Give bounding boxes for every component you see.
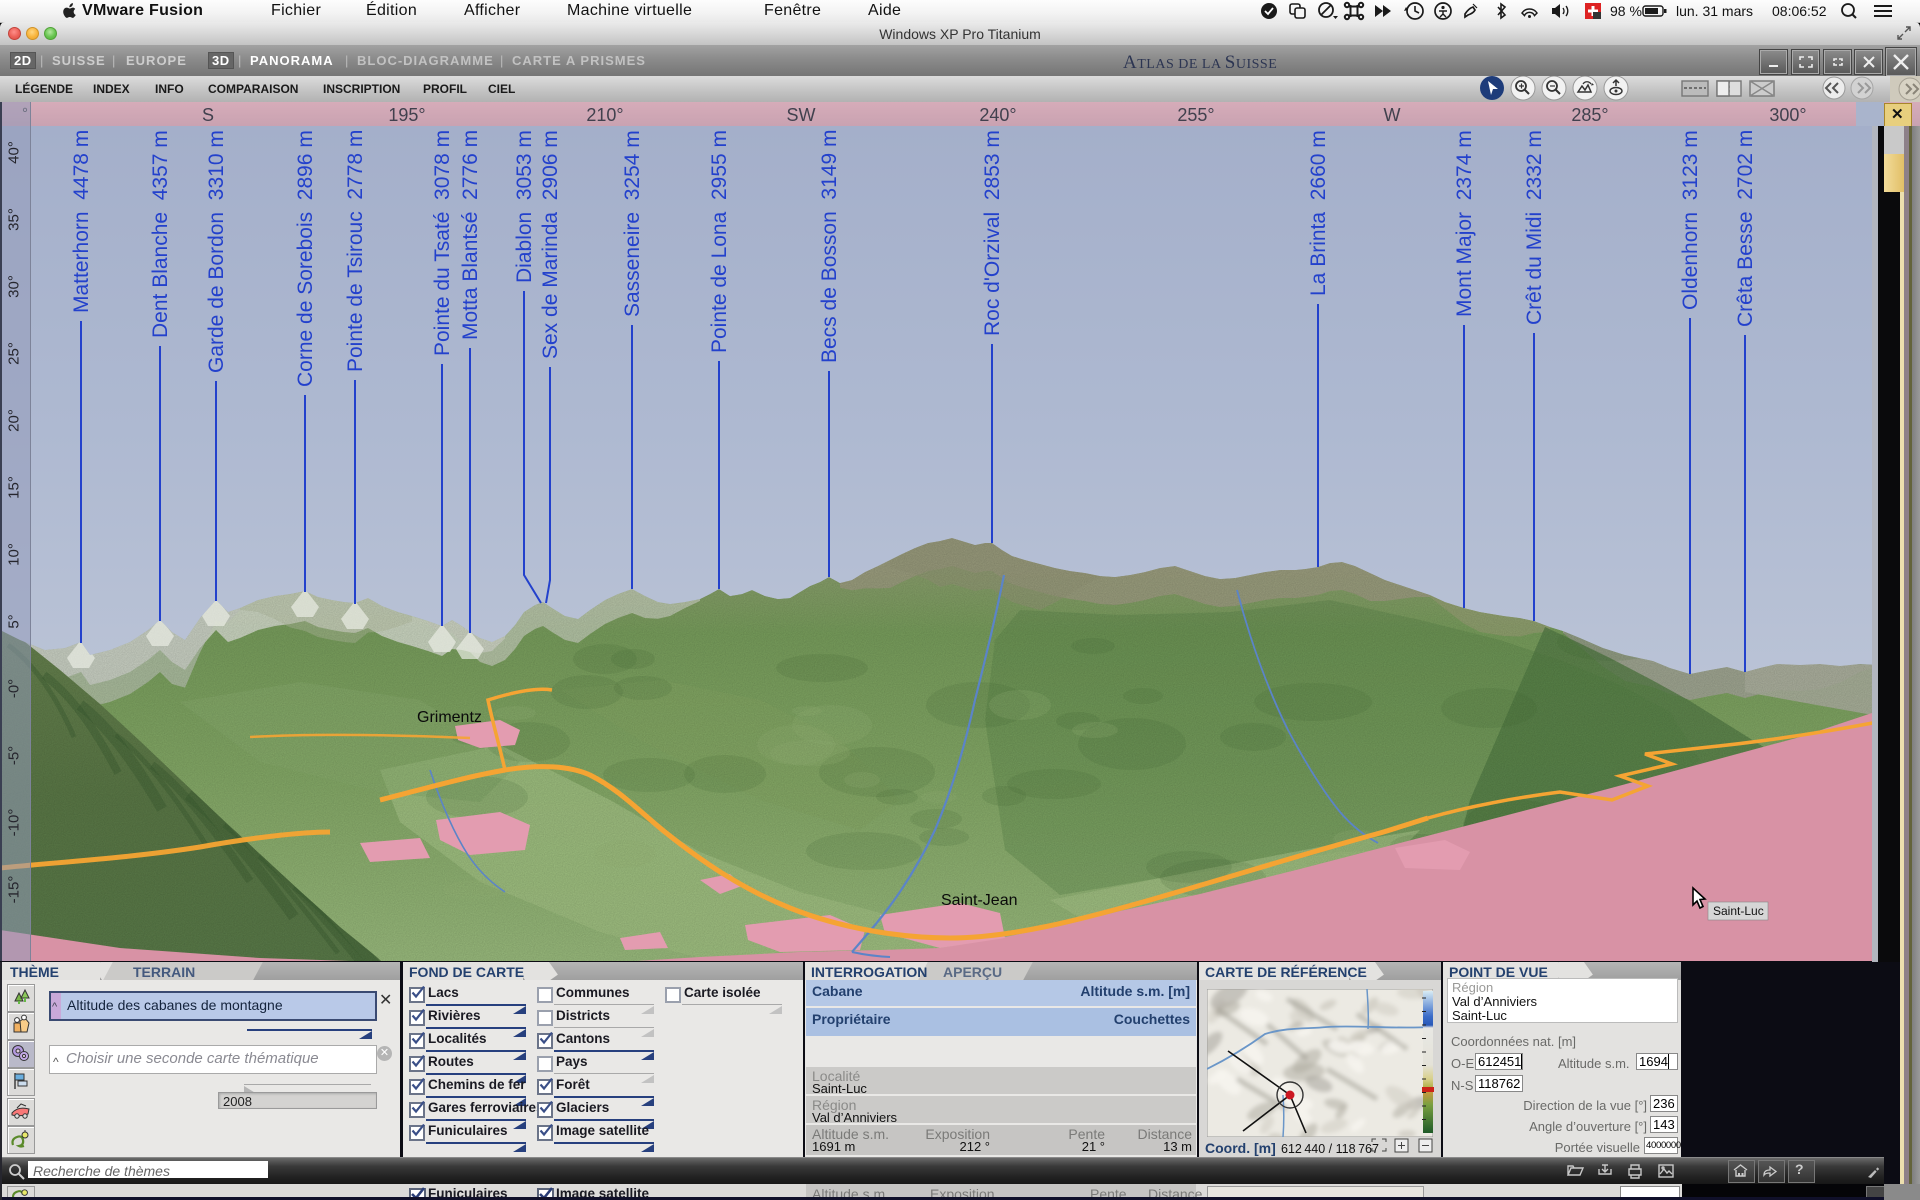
svg-text:Crêta Besse 2702 m: Crêta Besse 2702 m <box>1734 130 1757 327</box>
svg-text:Motta Blantsé 2776 m: Motta Blantsé 2776 m <box>459 130 482 340</box>
svg-text:Corne de Sorebois 2896 m: Corne de Sorebois 2896 m <box>294 130 317 387</box>
svg-text:Sex de Marinda 2906 m: Sex de Marinda 2906 m <box>539 130 562 359</box>
svg-text:Grimentz: Grimentz <box>417 709 482 726</box>
svg-text:Diablon 3053 m: Diablon 3053 m <box>513 130 536 283</box>
svg-text:Becs de Bosson 3149 m: Becs de Bosson 3149 m <box>818 130 841 363</box>
svg-text:Saint-Luc: Saint-Luc <box>1713 904 1764 918</box>
svg-text:Saint-Jean: Saint-Jean <box>941 892 1018 909</box>
svg-text:Pointe du Tsaté 3078 m: Pointe du Tsaté 3078 m <box>431 130 454 356</box>
svg-text:Matterhorn 4478 m: Matterhorn 4478 m <box>70 130 93 313</box>
svg-text:Roc d'Orzival 2853 m: Roc d'Orzival 2853 m <box>981 130 1004 336</box>
svg-text:Dent Blanche 4357 m: Dent Blanche 4357 m <box>149 130 172 338</box>
svg-text:Pointe de Lona 2955 m: Pointe de Lona 2955 m <box>708 130 731 353</box>
svg-text:Sasseneire 3254 m: Sasseneire 3254 m <box>621 130 644 317</box>
svg-text:98 %: 98 % <box>1610 3 1642 19</box>
svg-text:Mont Major 2374 m: Mont Major 2374 m <box>1453 130 1476 317</box>
svg-text:Oldenhorn 3123 m: Oldenhorn 3123 m <box>1679 130 1702 310</box>
svg-text:08:06:52: 08:06:52 <box>1772 3 1827 19</box>
svg-text:Garde de Bordon 3310 m: Garde de Bordon 3310 m <box>205 130 228 373</box>
svg-text:Crêt du Midi 2332 m: Crêt du Midi 2332 m <box>1523 130 1546 325</box>
svg-text:Pointe de Tsirouc 2778 m: Pointe de Tsirouc 2778 m <box>344 130 367 372</box>
svg-text:La Brinta 2660 m: La Brinta 2660 m <box>1307 130 1330 296</box>
svg-text:lun. 31 mars: lun. 31 mars <box>1676 3 1753 19</box>
